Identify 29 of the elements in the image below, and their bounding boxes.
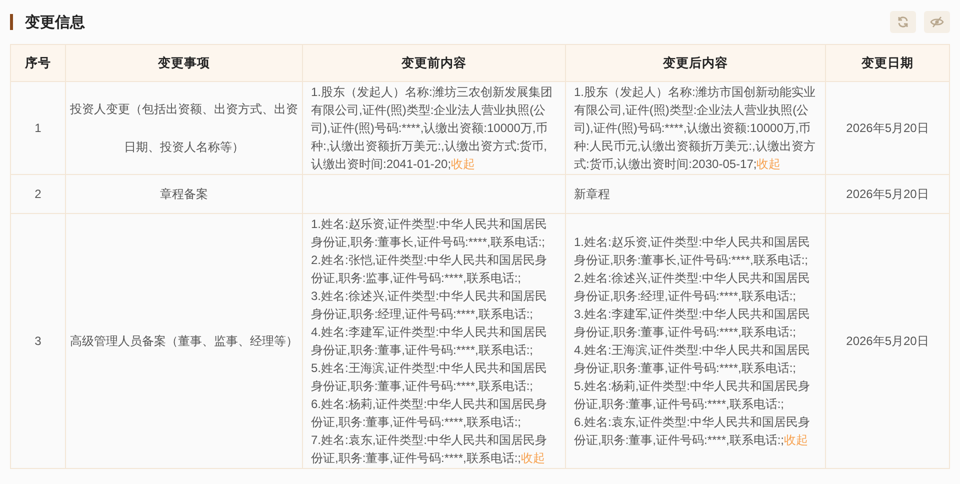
column-header: 变更后内容: [566, 44, 826, 82]
refresh-icon: [897, 16, 909, 28]
table-cell: 高级管理人员备案（董事、监事、经理等）: [66, 214, 302, 468]
table-cell: 1.股东（发起人）名称:潍坊三农创新发展集团有限公司,证件(照)类型:企业法人营业执照(公司),证件(照)号码:****,认缴出资额:10000万,币种:,认缴出资额折万美元:,认缴出资方式:货币,认缴出资时间:2041-01-20;收起: [302, 82, 566, 174]
title-accent-bar: [10, 14, 13, 30]
column-header: 序号: [10, 44, 66, 82]
table-cell: 1.姓名:赵乐资,证件类型:中华人民共和国居民身份证,职务:董事长,证件号码:****,联系电话:; 2.姓名:徐述兴,证件类型:中华人民共和国居民身份证,职务:经理,证件号码:****,联系电话:; 3.姓名:李建军,证件类型:中华人民共和国居民身份证,职务:董事,证件号码:****,联系电话:; 4.姓名:王海滨,证件类型:中华人民共和国居民身份证,职务:董事,证件号码:****,联系电话:; 5.姓名:杨莉,证件类型:中华人民共和国居民身份证,职务:董事,证件号码:****,联系电话:; 6.姓名:袁东,证件类型:中华人民共和国居民身份证,职务:董事,证件号码:****,联系电话:;收起: [566, 214, 826, 468]
eye-slash-icon: [930, 16, 944, 28]
refresh-button[interactable]: [890, 11, 916, 33]
collapse-link[interactable]: 收起: [521, 451, 546, 465]
hide-button[interactable]: [924, 11, 950, 33]
table-cell: 1.股东（发起人）名称:潍坊市国创新动能实业有限公司,证件(照)类型:企业法人营业执照(公司),证件(照)号码:****,认缴出资额:10000万,币种:人民币元,认缴出资额折万美元:,认缴出资方式:货币,认缴出资时间:2030-05-17;收起: [566, 82, 826, 174]
column-header: 变更前内容: [302, 44, 566, 82]
collapse-link[interactable]: 收起: [784, 433, 808, 447]
section-title: 变更信息: [25, 12, 85, 32]
table-cell: 2026年5月20日: [826, 174, 950, 214]
table-cell: 1.姓名:赵乐资,证件类型:中华人民共和国居民身份证,职务:董事长,证件号码:****,联系电话:; 2.姓名:张恺,证件类型:中华人民共和国居民身份证,职务:监事,证件号码:****,联系电话:; 3.姓名:徐述兴,证件类型:中华人民共和国居民身份证,职务:经理,证件号码:****,联系电话:; 4.姓名:李建军,证件类型:中华人民共和国居民身份证,职务:董事,证件号码:****,联系电话:; 5.姓名:王海滨,证件类型:中华人民共和国居民身份证,职务:董事,证件号码:****,联系电话:; 6.姓名:杨莉,证件类型:中华人民共和国居民身份证,职务:董事,证件号码:****,联系电话:; 7.姓名:袁东,证件类型:中华人民共和国居民身份证,职务:董事,证件号码:****,联系电话:;收起: [302, 214, 566, 468]
column-header: 变更日期: [826, 44, 950, 82]
table-cell: 投资人变更（包括出资额、出资方式、出资日期、投资人名称等）: [66, 82, 302, 174]
table-cell: 章程备案: [66, 174, 302, 214]
table-cell: 2: [10, 174, 66, 214]
column-header: 变更事项: [66, 44, 302, 82]
table-cell: 1: [10, 82, 66, 174]
table-cell: 3: [10, 214, 66, 468]
table-cell: 2026年5月20日: [826, 214, 950, 468]
table-cell: 2026年5月20日: [826, 82, 950, 174]
collapse-link[interactable]: 收起: [451, 157, 476, 171]
table-cell: 新章程: [566, 174, 826, 214]
collapse-link[interactable]: 收起: [756, 157, 781, 171]
